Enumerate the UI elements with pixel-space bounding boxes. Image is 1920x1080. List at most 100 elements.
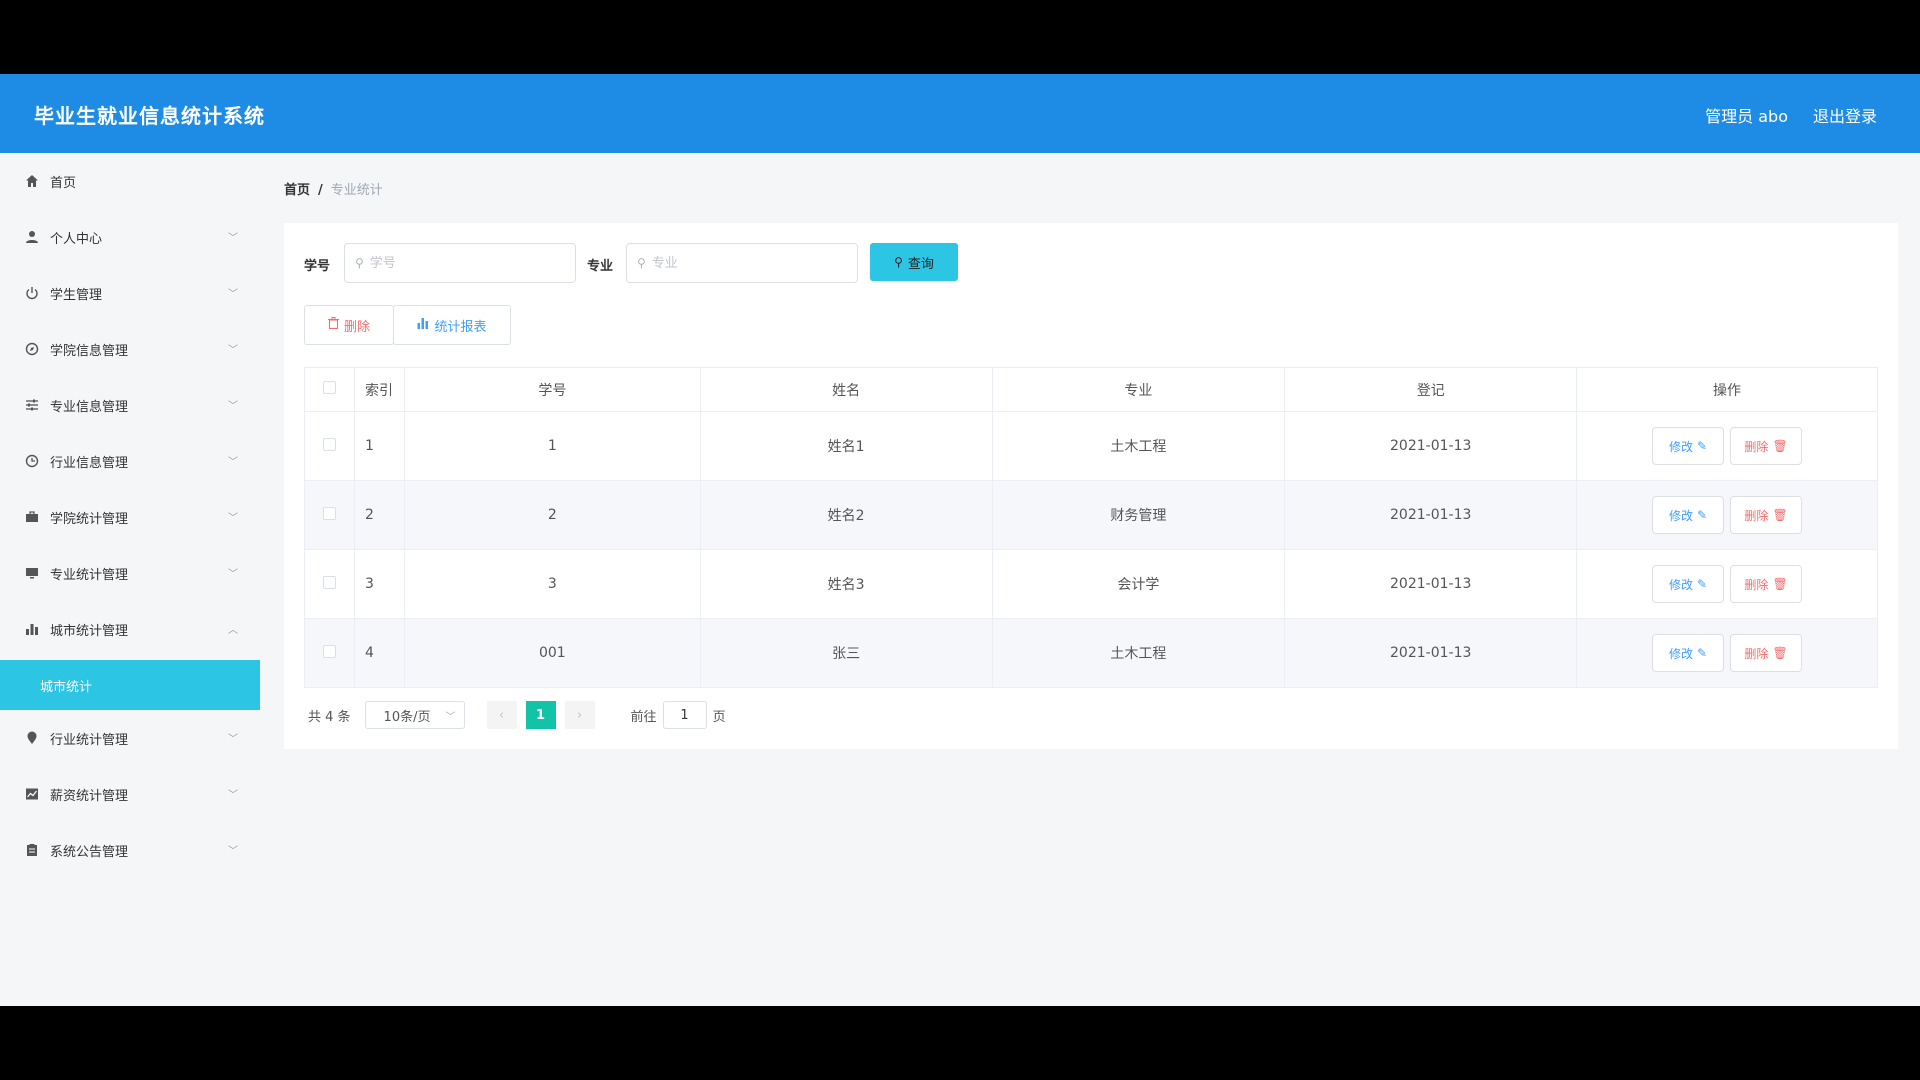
sidebar-item-label: 系统公告管理 xyxy=(50,844,129,860)
power-icon xyxy=(24,285,40,301)
select-all-cell[interactable] xyxy=(304,367,355,412)
submenu-item-city-stats[interactable]: 城市统计 xyxy=(0,660,260,710)
query-button[interactable]: ⚲ 查询 xyxy=(870,243,958,281)
cell-major: 财务管理 xyxy=(991,480,1286,550)
sidebar-item-salary-stats[interactable]: 薪资统计管理 ﹀ xyxy=(0,766,260,822)
sidebar-item-profile[interactable]: 个人中心 ﹀ xyxy=(0,209,260,265)
sidebar-item-industry-info[interactable]: 行业信息管理 ﹀ xyxy=(0,433,260,489)
edit-button[interactable]: 修改 ✎ xyxy=(1652,496,1725,534)
edit-label: 修改 xyxy=(1669,577,1694,592)
goto-page-input[interactable] xyxy=(662,701,707,729)
delete-button[interactable]: 删除 🗑 xyxy=(1730,565,1803,603)
cell-actions: 修改 ✎ 删除 🗑 xyxy=(1576,618,1878,688)
cell-major: 土木工程 xyxy=(991,411,1286,481)
pagination: 共 4 条 10条/页 ﹀ ‹ 1 › 前往 页 xyxy=(308,701,726,729)
page-size-select[interactable]: 10条/页 ﹀ xyxy=(364,701,465,729)
chevron-down-icon: ﹀ xyxy=(228,734,238,745)
edit-button[interactable]: 修改 ✎ xyxy=(1652,634,1725,672)
submenu-item-label: 城市统计 xyxy=(40,679,93,695)
sidebar-item-home[interactable]: 首页 xyxy=(0,153,260,209)
delete-label: 删除 xyxy=(1744,439,1769,454)
column-header-name: 姓名 xyxy=(699,367,993,412)
sidebar-item-students[interactable]: 学生管理 ﹀ xyxy=(0,265,260,321)
sidebar-item-college-info[interactable]: 学院信息管理 ﹀ xyxy=(0,321,260,377)
cell-index: 4 xyxy=(353,618,405,688)
location-icon xyxy=(24,730,40,746)
edit-button[interactable]: 修改 ✎ xyxy=(1652,427,1725,465)
column-header-student-id: 学号 xyxy=(403,367,701,412)
row-checkbox[interactable] xyxy=(322,506,336,520)
table-row: 3 3 姓名3 会计学 2021-01-13 修改 ✎ 删除 🗑 xyxy=(304,549,1878,619)
breadcrumb-home[interactable]: 首页 xyxy=(284,183,310,198)
delete-button[interactable]: 删除 🗑 xyxy=(1730,634,1803,672)
app-title: 毕业生就业信息统计系统 xyxy=(34,104,265,128)
edit-button[interactable]: 修改 ✎ xyxy=(1652,565,1725,603)
chevron-down-icon: ﹀ xyxy=(228,289,238,300)
briefcase-icon xyxy=(24,509,40,525)
table-row: 2 2 姓名2 财务管理 2021-01-13 修改 ✎ 删除 🗑 xyxy=(304,480,1878,550)
sidebar-item-label: 城市统计管理 xyxy=(50,623,129,639)
sidebar-item-major-info[interactable]: 专业信息管理 ﹀ xyxy=(0,377,260,433)
major-input[interactable] xyxy=(651,255,832,271)
row-select-cell xyxy=(304,480,355,550)
statistics-report-label: 统计报表 xyxy=(434,319,487,335)
app-window: 毕业生就业信息统计系统 管理员 abo 退出登录 首页 个人中心 ﹀ 学生管理 … xyxy=(0,74,1920,1006)
cell-student-id: 3 xyxy=(403,549,701,619)
sidebar-item-announcements[interactable]: 系统公告管理 ﹀ xyxy=(0,822,260,878)
sidebar-item-city-stats[interactable]: 城市统计管理 ︿ xyxy=(0,601,260,657)
page-number-button[interactable]: 1 xyxy=(525,701,556,729)
sidebar-item-label: 行业统计管理 xyxy=(50,732,129,748)
statistics-report-button[interactable]: 统计报表 xyxy=(393,305,511,345)
cell-actions: 修改 ✎ 删除 🗑 xyxy=(1576,549,1878,619)
delete-button[interactable]: 删除 🗑 xyxy=(1730,496,1803,534)
line-chart-icon xyxy=(24,786,40,802)
user-icon xyxy=(24,229,40,245)
table-row: 4 001 张三 土木工程 2021-01-13 修改 ✎ 删除 🗑 xyxy=(304,618,1878,688)
delete-button[interactable]: 删除 🗑 xyxy=(1730,427,1803,465)
page-size-value: 10条/页 xyxy=(383,709,431,725)
delete-label: 删除 xyxy=(1744,508,1769,523)
chevron-down-icon: ﹀ xyxy=(445,712,456,723)
row-checkbox[interactable] xyxy=(322,644,336,658)
logout-button[interactable]: 退出登录 xyxy=(1813,103,1877,127)
sidebar-item-college-stats[interactable]: 学院统计管理 ﹀ xyxy=(0,489,260,545)
chevron-down-icon: ﹀ xyxy=(228,401,238,412)
sidebar-item-label: 首页 xyxy=(50,175,77,191)
cell-name: 姓名2 xyxy=(699,480,993,550)
sidebar-item-industry-stats[interactable]: 行业统计管理 ﹀ xyxy=(0,710,260,766)
clock-icon xyxy=(24,453,40,469)
row-select-cell xyxy=(304,549,355,619)
next-page-button[interactable]: › xyxy=(564,701,595,729)
chevron-down-icon: ﹀ xyxy=(228,846,238,857)
chevron-down-icon: ﹀ xyxy=(228,457,238,468)
search-icon: ⚲ xyxy=(355,256,364,270)
sidebar-item-label: 行业信息管理 xyxy=(50,455,129,471)
breadcrumb: 首页 / 专业统计 xyxy=(284,179,383,198)
sidebar-item-label: 学生管理 xyxy=(50,287,103,303)
delete-label: 删除 xyxy=(1744,577,1769,592)
major-field[interactable]: ⚲ xyxy=(626,243,858,283)
batch-delete-label: 删除 xyxy=(343,319,370,335)
data-table: 索引 学号 姓名 专业 登记 操作 1 1 姓名1 土木工程 2021-01-1… xyxy=(304,367,1878,688)
chevron-down-icon: ﹀ xyxy=(228,233,238,244)
edit-icon: ✎ xyxy=(1697,439,1708,453)
student-id-field[interactable]: ⚲ xyxy=(344,243,576,283)
batch-delete-button[interactable]: 删除 xyxy=(304,305,394,345)
sidebar-item-major-stats[interactable]: 专业统计管理 ﹀ xyxy=(0,545,260,601)
cell-name: 张三 xyxy=(699,618,993,688)
cell-date: 2021-01-13 xyxy=(1284,549,1578,619)
column-header-actions: 操作 xyxy=(1576,367,1878,412)
row-checkbox[interactable] xyxy=(322,575,336,589)
student-id-input[interactable] xyxy=(369,255,550,271)
query-button-label: 查询 xyxy=(907,256,934,272)
select-all-checkbox[interactable] xyxy=(322,381,336,394)
trash-icon: 🗑 xyxy=(1772,439,1788,453)
row-checkbox[interactable] xyxy=(322,437,336,451)
chevron-left-icon: ‹ xyxy=(498,707,505,723)
row-select-cell xyxy=(304,618,355,688)
chevron-down-icon: ﹀ xyxy=(228,790,238,801)
prev-page-button[interactable]: ‹ xyxy=(486,701,517,729)
goto-suffix: 页 xyxy=(712,709,726,725)
sidebar-item-label: 薪资统计管理 xyxy=(50,788,129,804)
breadcrumb-separator: / xyxy=(318,183,323,198)
